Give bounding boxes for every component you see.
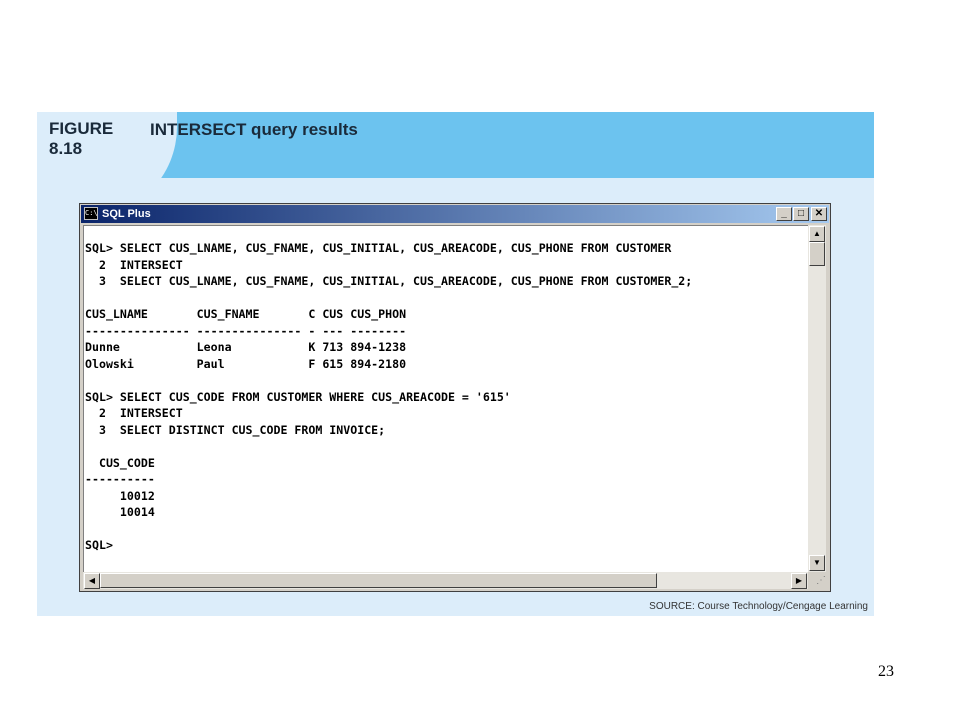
sqlplus-window: C:\ SQL Plus _ □ ✕ SQL> SELECT CUS_LNAME…	[79, 203, 831, 592]
scroll-up-button[interactable]: ▲	[809, 226, 825, 242]
console-line: SQL> SELECT CUS_CODE FROM CUSTOMER WHERE…	[85, 389, 511, 404]
figure-label-number: 8.18	[49, 139, 83, 158]
page-number: 23	[878, 663, 894, 680]
console-line: 10012	[85, 488, 155, 503]
console-line: SQL> SELECT CUS_LNAME, CUS_FNAME, CUS_IN…	[85, 241, 672, 255]
console-line: ----------	[85, 472, 155, 486]
window-titlebar[interactable]: C:\ SQL Plus _ □ ✕	[81, 205, 829, 223]
console-line: 2 INTERSECT	[85, 257, 183, 272]
console-app-icon[interactable]: C:\	[84, 207, 98, 220]
scroll-left-button[interactable]: ◀	[84, 573, 100, 589]
console-line: Olowski Paul F 615 894-2180	[85, 356, 407, 371]
maximize-button[interactable]: □	[793, 207, 809, 221]
console-line: SQL>	[85, 538, 113, 552]
close-button[interactable]: ✕	[811, 207, 827, 221]
console-output[interactable]: SQL> SELECT CUS_LNAME, CUS_FNAME, CUS_IN…	[83, 225, 808, 572]
vertical-scrollbar[interactable]: ▲ ▼	[808, 225, 826, 572]
scroll-right-button[interactable]: ▶	[791, 573, 807, 589]
figure-title: INTERSECT query results	[150, 120, 358, 139]
console-line: 2 INTERSECT	[85, 406, 183, 420]
figure-source: SOURCE: Course Technology/Cengage Learni…	[649, 601, 868, 612]
window-title: SQL Plus	[102, 208, 151, 220]
console-line: Dunne Leona K 713 894-1238	[85, 340, 407, 354]
resize-grip[interactable]: ⋰	[808, 572, 826, 589]
scroll-down-button[interactable]: ▼	[809, 555, 825, 571]
figure-label-word: FIGURE	[49, 119, 114, 138]
console-line: --------------- --------------- - --- --…	[85, 323, 407, 338]
console-line: CUS_LNAME CUS_FNAME C CUS CUS_PHON	[85, 307, 407, 321]
console-line: 10014	[85, 505, 155, 519]
horizontal-scroll-thumb[interactable]	[100, 573, 657, 588]
horizontal-scrollbar[interactable]: ◀ ▶	[83, 572, 808, 589]
minimize-button[interactable]: _	[776, 207, 792, 221]
vertical-scroll-thumb[interactable]	[809, 242, 825, 266]
console-line: 3 SELECT DISTINCT CUS_CODE FROM INVOICE;	[85, 422, 386, 437]
console-lines: SQL> SELECT CUS_LNAME, CUS_FNAME, CUS_IN…	[84, 226, 808, 554]
console-line: CUS_CODE	[85, 455, 155, 470]
console-line: 3 SELECT CUS_LNAME, CUS_FNAME, CUS_INITI…	[85, 274, 693, 288]
figure-header: FIGURE 8.18 INTERSECT query results	[37, 112, 874, 178]
